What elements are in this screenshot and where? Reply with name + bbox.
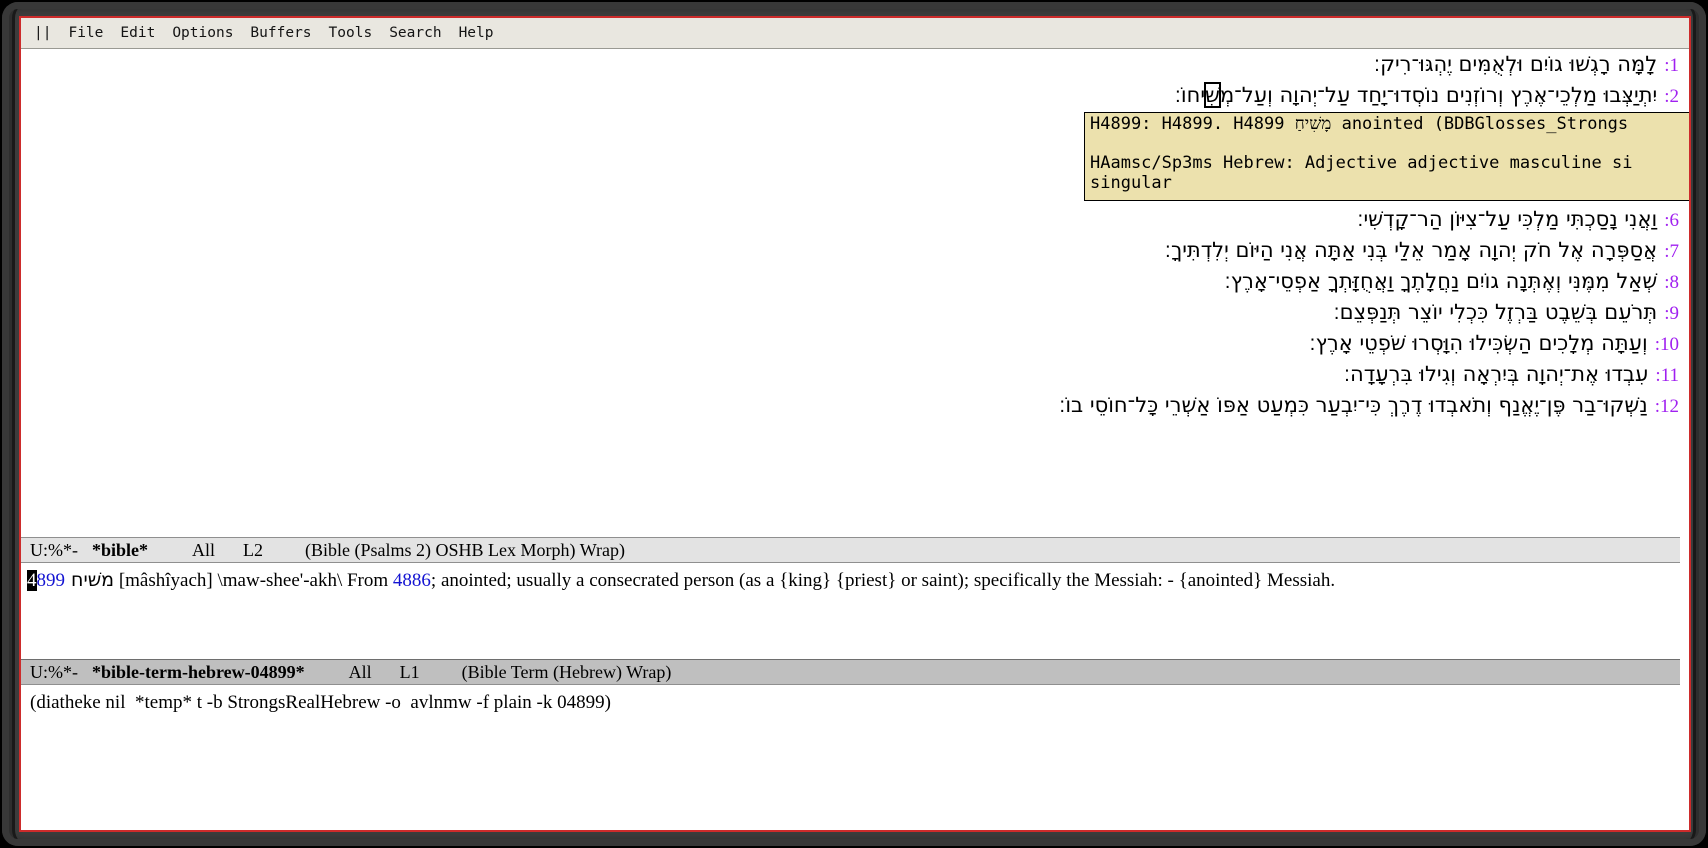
modeline-bible-term[interactable]: U:%*- *bible-term-hebrew-04899* All L1 (… — [21, 659, 1680, 685]
modeline-bible[interactable]: U:%*- *bible* All L2 (Bible (Psalms 2) O… — [21, 537, 1680, 563]
modeline-buffer-name[interactable]: *bible-term-hebrew-04899* — [92, 662, 305, 683]
modeline-modes[interactable]: (Bible (Psalms 2) OSHB Lex Morph) Wrap) — [305, 540, 625, 561]
menu-tools[interactable]: Tools — [329, 25, 373, 41]
modeline-line: L1 — [400, 662, 420, 683]
verse-text[interactable]: יחוֹ׃ — [1175, 83, 1205, 107]
modeline-position: All — [192, 540, 215, 561]
verse-row: 6: וַאֲנִי נָסַכְתִּי מַלְכִּי עַל־צִיּוֹ… — [21, 204, 1689, 235]
strongs-tooltip: H4899: H4899. H4899 מָשִׁיחַ anointed (B… — [1084, 112, 1689, 201]
emacs-frame: || File Edit Options Buffers Tools Searc… — [19, 16, 1691, 832]
verse-text[interactable]: שְׁאַל מִמֶּנִּי וְאֶתְּנָה גוֹיִם נַחֲל… — [1225, 269, 1658, 293]
verse-number: 7: — [1664, 241, 1679, 262]
verse-row: 12: נַשְּׁקוּ־בַר פֶּן־יֶאֱנַף וְתֹאבְדוּ… — [21, 390, 1689, 421]
modeline-line: L2 — [243, 540, 263, 561]
verse-number: 9: — [1664, 303, 1679, 324]
menu-buffers[interactable]: Buffers — [250, 25, 311, 41]
verse-text[interactable]: נַשְּׁקוּ־בַר פֶּן־יֶאֱנַף וְתֹאבְדוּ דֶ… — [1059, 393, 1648, 417]
definition-hebrew-word: משׁיח — [65, 569, 114, 591]
minibuffer-command: (diatheke nil *temp* t -b StrongsRealHeb… — [30, 692, 611, 713]
strongs-definition-buffer: 4899 משׁיח [mâshîyach] \maw-shee'-akh\ F… — [21, 563, 1689, 659]
verse-text[interactable]: יִתְיַצְּבוּ מַלְכֵי־אֶרֶץ וְרוֹזְנִים נ… — [1220, 83, 1657, 107]
verse-text[interactable]: תְּרֹעֵם בְּשֵׁבֶט בַּרְזֶל כִּכְלִי יוֹ… — [1333, 300, 1657, 324]
modeline-position: All — [349, 662, 372, 683]
menu-edit[interactable]: Edit — [120, 25, 155, 41]
verse-text[interactable]: וַאֲנִי נָסַכְתִּי מַלְכִּי עַל־צִיּוֹן … — [1357, 207, 1657, 231]
verse-text[interactable]: אֲסַפְּרָה אֶל חֹק יְהוָה אָמַר אֵלַי בְ… — [1165, 238, 1657, 262]
verse-number: 12: — [1655, 396, 1679, 417]
verse-row: 2: יִתְיַצְּבוּ מַלְכֵי־אֶרֶץ וְרוֹזְנִים… — [21, 80, 1689, 111]
verse-row: 10: וְעַתָּה מְלָכִים הַשְׂכִּילוּ הִוָּס… — [21, 328, 1689, 359]
definition-text: [mâshîyach] \maw-shee'-akh\ From — [114, 570, 393, 591]
verse-row: 9: תְּרֹעֵם בְּשֵׁבֶט בַּרְזֶל כִּכְלִי י… — [21, 297, 1689, 328]
verse-row: 7: אֲסַפְּרָה אֶל חֹק יְהוָה אָמַר אֵלַי … — [21, 235, 1689, 266]
modeline-flags: U:%*- — [30, 540, 78, 561]
menu-search[interactable]: Search — [389, 25, 441, 41]
verse-number: 11: — [1655, 365, 1679, 386]
verse-row: 8: שְׁאַל מִמֶּנִּי וְאֶתְּנָה גוֹיִם נַח… — [21, 266, 1689, 297]
menu-file[interactable]: File — [68, 25, 103, 41]
verse-text[interactable]: לָמָּה רָגְשׁוּ גוֹיִם וּלְאֻמִּים יֶהְג… — [1374, 52, 1657, 76]
verse-number: 8: — [1664, 272, 1679, 293]
bible-buffer: 1: לָמָּה רָגְשׁוּ גוֹיִם וּלְאֻמִּים יֶה… — [21, 49, 1689, 537]
modeline-buffer-name[interactable]: *bible* — [92, 540, 148, 561]
verse-number: 1: — [1664, 55, 1679, 76]
definition-text: ; anointed; usually a consecrated person… — [431, 570, 1335, 591]
menu-help[interactable]: Help — [459, 25, 494, 41]
strongs-link-4899[interactable]: 899 — [37, 570, 66, 591]
tooltip-line: singular — [1090, 174, 1689, 194]
minibuffer[interactable]: (diatheke nil *temp* t -b StrongsRealHeb… — [21, 685, 1689, 830]
menu-bars-icon: || — [34, 25, 51, 41]
menu-options[interactable]: Options — [172, 25, 233, 41]
tooltip-line: HAamsc/Sp3ms Hebrew: Adjective adjective… — [1090, 154, 1689, 174]
verse-row: 1: לָמָּה רָגְשׁוּ גוֹיִם וּלְאֻמִּים יֶה… — [21, 49, 1689, 80]
text-cursor-block: 4 — [27, 570, 37, 591]
verse-number: 2: — [1664, 86, 1679, 107]
verse-text[interactable]: עִבְדוּ אֶת־יְהוָה בְּיִרְאָה וְגִילוּ ב… — [1344, 362, 1649, 386]
modeline-modes[interactable]: (Bible Term (Hebrew) Wrap) — [462, 662, 672, 683]
text-cursor-hollow: שִׁ — [1205, 83, 1220, 107]
menu-bar: || File Edit Options Buffers Tools Searc… — [21, 18, 1689, 49]
verse-text[interactable]: וְעַתָּה מְלָכִים הַשְׂכִּילוּ הִוָּסְרו… — [1309, 331, 1647, 355]
strongs-definition-line: 4899 משׁיח [mâshîyach] \maw-shee'-akh\ F… — [27, 567, 1681, 594]
tooltip-line — [1090, 135, 1689, 155]
verse-number: 6: — [1664, 210, 1679, 231]
tooltip-line: H4899: H4899. H4899 מָשִׁיחַ anointed (B… — [1090, 115, 1689, 135]
verse-row: 11: עִבְדוּ אֶת־יְהוָה בְּיִרְאָה וְגִילו… — [21, 359, 1689, 390]
modeline-flags: U:%*- — [30, 662, 78, 683]
strongs-link-4886[interactable]: 4886 — [393, 570, 431, 591]
verse-number: 10: — [1655, 334, 1679, 355]
